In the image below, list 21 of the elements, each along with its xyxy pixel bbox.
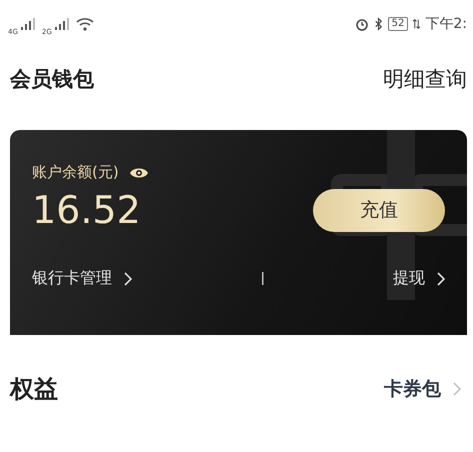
- data-arrows-icon: [413, 18, 420, 30]
- chevron-right-icon: [453, 382, 461, 396]
- bank-card-link[interactable]: 银行卡管理: [32, 268, 112, 289]
- page-title: 会员钱包: [10, 66, 94, 93]
- recharge-button[interactable]: 充值: [313, 188, 445, 232]
- alarm-icon: [354, 17, 369, 31]
- signal-icon: [20, 18, 35, 30]
- chevron-right-icon: [124, 272, 132, 286]
- balance-label: 账户余额(元): [32, 163, 119, 182]
- signal-icon: [54, 18, 69, 30]
- chevron-right-icon: [437, 272, 445, 286]
- balance-amount: 16.52: [32, 188, 141, 232]
- section-title: 权益: [10, 374, 59, 405]
- withdraw-link[interactable]: 提现: [393, 268, 425, 289]
- coupons-link[interactable]: 卡券包: [384, 376, 441, 402]
- details-link[interactable]: 明细查询: [383, 65, 467, 93]
- clock-time: 下午2:: [425, 15, 467, 33]
- bluetooth-icon: [374, 17, 383, 31]
- wifi-icon: [76, 17, 94, 31]
- eye-icon[interactable]: [128, 166, 149, 180]
- battery-level: 52: [388, 17, 408, 31]
